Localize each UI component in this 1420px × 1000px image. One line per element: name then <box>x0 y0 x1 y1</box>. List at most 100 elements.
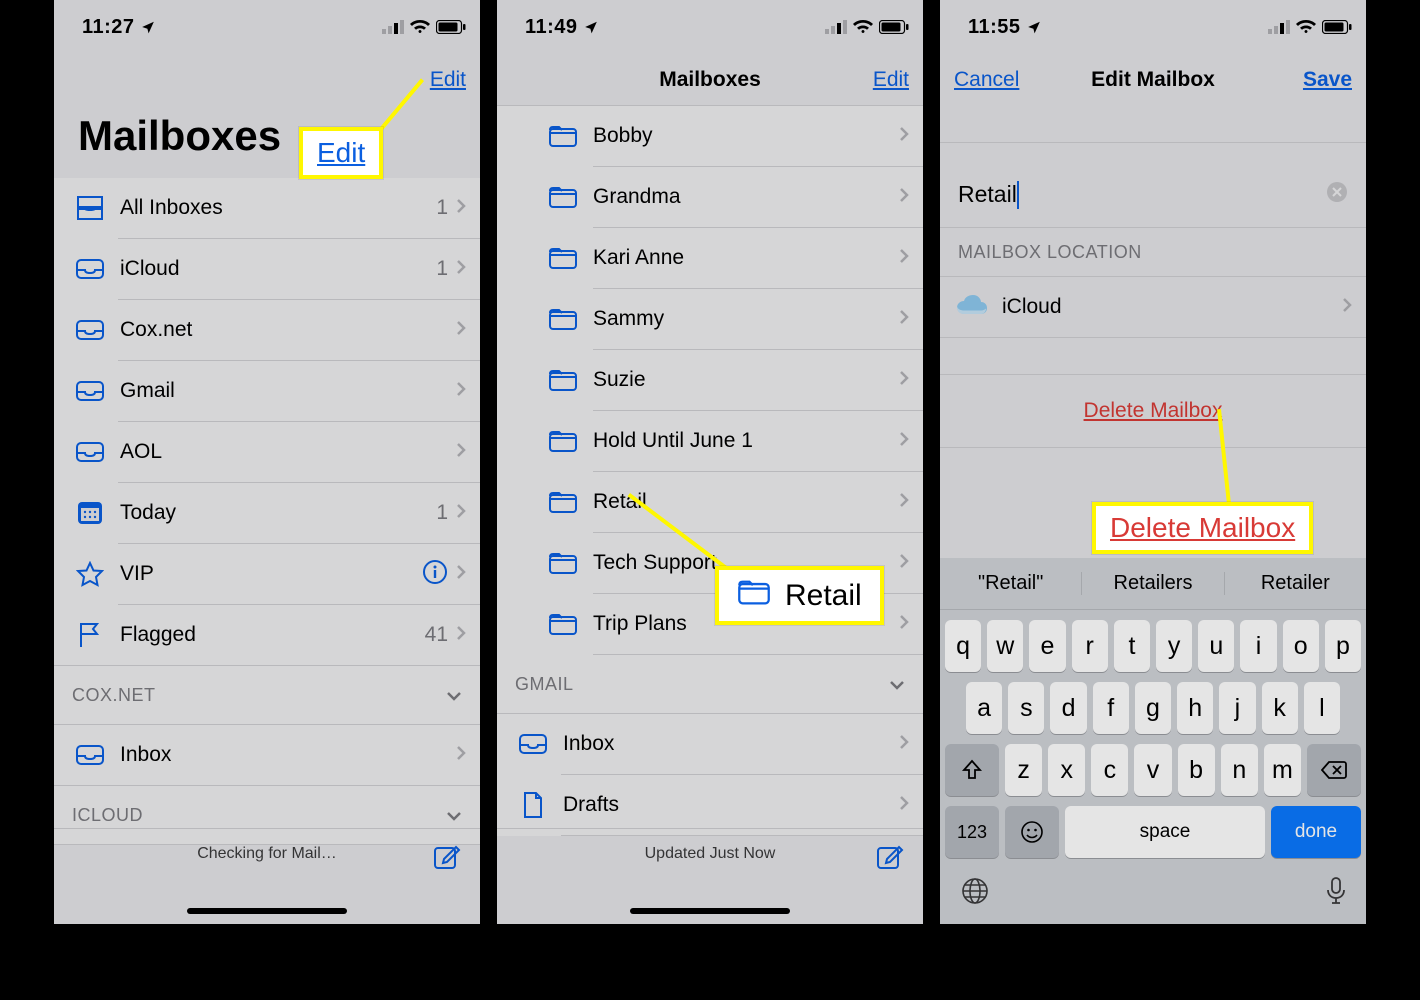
key-l[interactable]: l <box>1304 682 1340 734</box>
row-label: Gmail <box>110 379 456 403</box>
star-icon <box>70 561 110 587</box>
key-p[interactable]: p <box>1325 620 1361 672</box>
chevron-right-icon <box>456 745 466 766</box>
row-gmail-drafts[interactable]: Drafts <box>497 775 923 835</box>
key-c[interactable]: c <box>1091 744 1128 796</box>
row-label: Grandma <box>583 185 899 209</box>
space-key[interactable]: space <box>1065 806 1265 858</box>
cancel-button[interactable]: Cancel <box>954 68 1034 92</box>
key-h[interactable]: h <box>1177 682 1213 734</box>
row-label: Inbox <box>553 732 899 756</box>
key-t[interactable]: t <box>1114 620 1150 672</box>
inbox-icon <box>70 441 110 463</box>
section-header-gmail[interactable]: GMAIL <box>497 655 923 713</box>
row-all-inboxes[interactable]: All Inboxes 1 <box>54 178 480 238</box>
row-gmail-inbox[interactable]: Inbox <box>497 714 923 774</box>
nav-bar: Mailboxes Edit <box>497 54 923 106</box>
location-arrow-icon <box>141 20 155 34</box>
row-cox-inbox[interactable]: Inbox <box>54 725 480 785</box>
section-label: GMAIL <box>515 674 574 695</box>
globe-icon[interactable] <box>960 876 990 913</box>
mailbox-name-input[interactable]: Retail <box>940 163 1366 227</box>
inbox-icon <box>70 258 110 280</box>
shift-key[interactable] <box>945 744 999 796</box>
keyboard[interactable]: "Retail" Retailers Retailer qwertyuiop a… <box>940 558 1366 924</box>
section-header-location: MAILBOX LOCATION <box>940 228 1366 276</box>
key-w[interactable]: w <box>987 620 1023 672</box>
folder-icon <box>543 124 583 148</box>
row-icloud[interactable]: iCloud 1 <box>54 239 480 299</box>
folder-row[interactable]: Retail <box>497 472 923 532</box>
section-header-cox[interactable]: COX.NET <box>54 666 480 724</box>
suggestion[interactable]: Retailer <box>1225 572 1366 595</box>
info-icon[interactable] <box>422 559 448 590</box>
row-location-icloud[interactable]: iCloud <box>940 277 1366 337</box>
done-key[interactable]: done <box>1271 806 1361 858</box>
folder-row[interactable]: Grandma <box>497 167 923 227</box>
key-b[interactable]: b <box>1178 744 1215 796</box>
suggestion[interactable]: "Retail" <box>940 572 1082 595</box>
emoji-key[interactable] <box>1005 806 1059 858</box>
toolbar-status: Updated Just Now <box>497 845 923 863</box>
compose-button[interactable] <box>432 841 462 876</box>
suggestion[interactable]: Retailers <box>1082 572 1224 595</box>
key-n[interactable]: n <box>1221 744 1258 796</box>
row-cox[interactable]: Cox.net <box>54 300 480 360</box>
key-x[interactable]: x <box>1048 744 1085 796</box>
inbox-icon <box>513 733 553 755</box>
key-r[interactable]: r <box>1072 620 1108 672</box>
calendar-icon <box>70 500 110 526</box>
row-count: 41 <box>425 623 456 647</box>
backspace-key[interactable] <box>1307 744 1361 796</box>
status-bar: 11:49 <box>497 0 923 54</box>
row-count: 1 <box>436 501 456 525</box>
key-z[interactable]: z <box>1005 744 1042 796</box>
folder-row[interactable]: Hold Until June 1 <box>497 411 923 471</box>
key-f[interactable]: f <box>1093 682 1129 734</box>
keyboard-suggestions[interactable]: "Retail" Retailers Retailer <box>940 558 1366 610</box>
key-u[interactable]: u <box>1198 620 1234 672</box>
folder-row[interactable]: Suzie <box>497 350 923 410</box>
key-e[interactable]: e <box>1029 620 1065 672</box>
chevron-right-icon <box>456 259 466 280</box>
edit-button[interactable]: Edit <box>829 68 909 92</box>
key-g[interactable]: g <box>1135 682 1171 734</box>
row-label: Suzie <box>583 368 899 392</box>
key-s[interactable]: s <box>1008 682 1044 734</box>
home-indicator[interactable] <box>187 908 347 914</box>
row-aol[interactable]: AOL <box>54 422 480 482</box>
key-i[interactable]: i <box>1240 620 1276 672</box>
phone-edit-mailbox: 11:55 Cancel Edit Mailbox Save Retail MA… <box>940 0 1366 924</box>
folder-row[interactable]: Sammy <box>497 289 923 349</box>
row-today[interactable]: Today 1 <box>54 483 480 543</box>
status-time: 11:49 <box>525 16 578 39</box>
home-indicator[interactable] <box>630 908 790 914</box>
folder-row[interactable]: Bobby <box>497 106 923 166</box>
key-y[interactable]: y <box>1156 620 1192 672</box>
delete-mailbox-button[interactable]: Delete Mailbox <box>940 375 1366 447</box>
compose-button[interactable] <box>875 841 905 876</box>
clear-icon[interactable] <box>1326 181 1348 209</box>
row-label: Sammy <box>583 307 899 331</box>
row-flagged[interactable]: Flagged 41 <box>54 605 480 665</box>
key-o[interactable]: o <box>1283 620 1319 672</box>
mic-icon[interactable] <box>1326 876 1346 913</box>
key-a[interactable]: a <box>966 682 1002 734</box>
row-vip[interactable]: VIP <box>54 544 480 604</box>
key-m[interactable]: m <box>1264 744 1301 796</box>
nav-bar: Cancel Edit Mailbox Save <box>940 54 1366 106</box>
edit-button[interactable]: Edit <box>386 68 466 92</box>
callout-edit: Edit <box>299 127 383 179</box>
numbers-key[interactable]: 123 <box>945 806 999 858</box>
row-gmail[interactable]: Gmail <box>54 361 480 421</box>
key-v[interactable]: v <box>1134 744 1171 796</box>
key-d[interactable]: d <box>1050 682 1086 734</box>
key-q[interactable]: q <box>945 620 981 672</box>
chevron-down-icon <box>446 685 462 706</box>
key-k[interactable]: k <box>1262 682 1298 734</box>
save-button[interactable]: Save <box>1272 68 1352 92</box>
key-j[interactable]: j <box>1219 682 1255 734</box>
folder-icon <box>543 551 583 575</box>
folder-row[interactable]: Kari Anne <box>497 228 923 288</box>
chevron-right-icon <box>899 370 909 391</box>
